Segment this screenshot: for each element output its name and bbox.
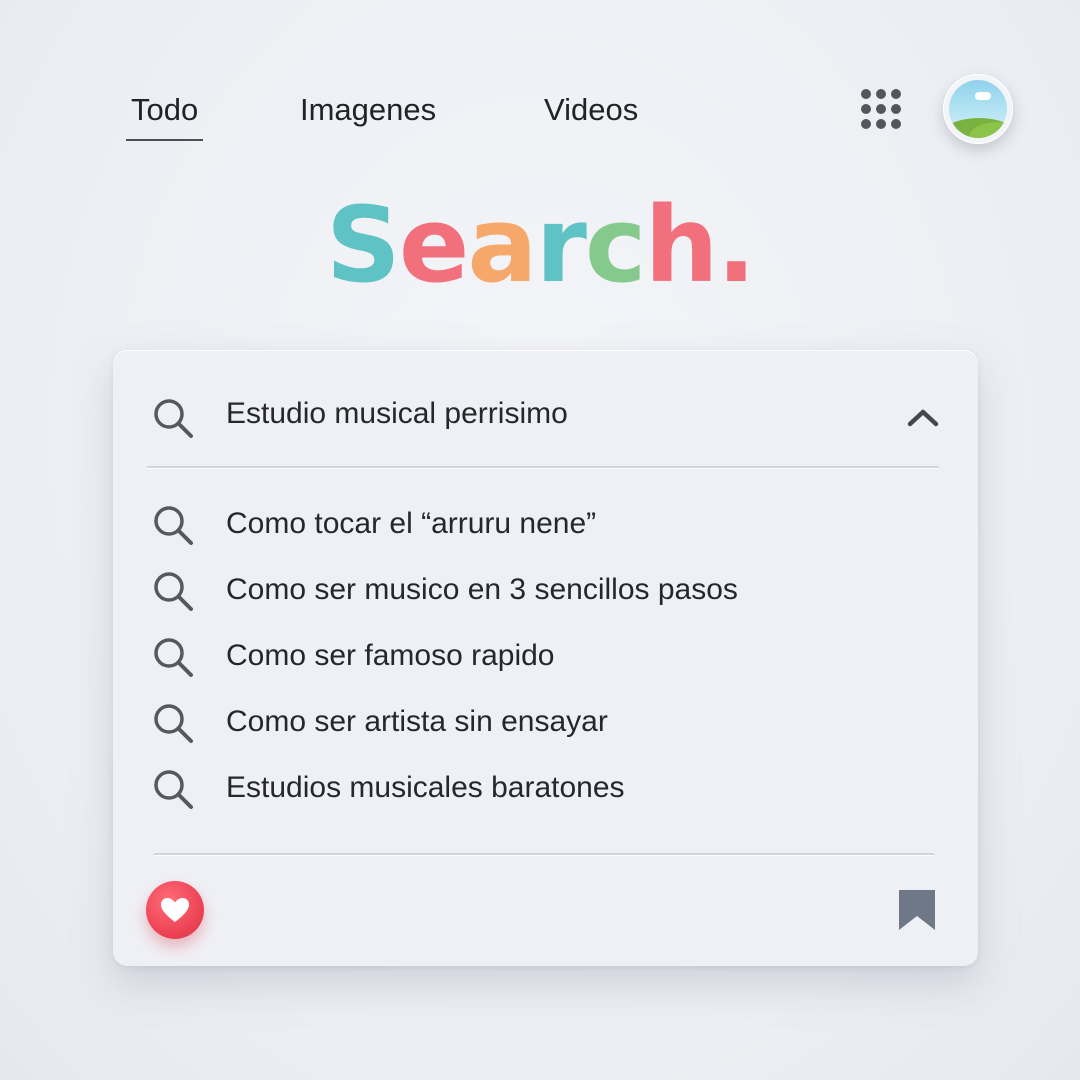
logo-letter: c — [584, 184, 647, 306]
suggestion-label: Como ser famoso rapido — [226, 639, 555, 672]
search-input[interactable] — [226, 394, 846, 434]
tab-videos[interactable]: Videos — [544, 88, 638, 132]
search-icon — [154, 506, 193, 545]
suggestion-label: Como ser artista sin ensayar — [226, 705, 608, 738]
search-card: Como tocar el “arruru nene” Como ser mus… — [113, 350, 978, 966]
bookmark-icon[interactable] — [897, 888, 937, 932]
top-nav: Todo Imagenes Videos — [0, 88, 1080, 148]
logo-letter: . — [716, 184, 756, 306]
apps-grid-icon[interactable] — [860, 88, 902, 130]
tab-todo[interactable]: Todo — [125, 88, 204, 141]
suggestion-label: Estudios musicales baratones — [226, 771, 625, 804]
suggestion-item[interactable]: Estudios musicales baratones — [113, 757, 978, 823]
search-icon — [154, 704, 193, 743]
search-icon — [154, 399, 193, 438]
landscape-avatar-icon — [949, 80, 1007, 138]
suggestion-item[interactable]: Como ser famoso rapido — [113, 625, 978, 691]
heart-icon — [161, 898, 189, 922]
logo-letter: e — [398, 184, 470, 306]
divider — [147, 466, 939, 468]
logo-letter: h — [644, 184, 719, 306]
suggestion-list: Como tocar el “arruru nene” Como ser mus… — [113, 493, 978, 823]
logo-letter: S — [325, 184, 401, 306]
suggestion-item[interactable]: Como tocar el “arruru nene” — [113, 493, 978, 559]
suggestion-item[interactable]: Como ser musico en 3 sencillos pasos — [113, 559, 978, 625]
chevron-up-icon[interactable] — [905, 402, 941, 432]
search-icon — [154, 638, 193, 677]
suggestion-item[interactable]: Como ser artista sin ensayar — [113, 691, 978, 757]
search-logo: Search. — [0, 190, 1080, 300]
search-icon — [154, 770, 193, 809]
logo-letter: r — [535, 184, 587, 306]
search-bar — [113, 350, 978, 468]
suggestion-label: Como ser musico en 3 sencillos pasos — [226, 573, 738, 606]
tab-imagenes[interactable]: Imagenes — [300, 88, 436, 132]
search-icon — [154, 572, 193, 611]
logo-letter: a — [467, 184, 537, 306]
divider — [154, 853, 934, 855]
like-button[interactable] — [146, 881, 204, 939]
suggestion-label: Como tocar el “arruru nene” — [226, 507, 597, 540]
avatar[interactable] — [943, 74, 1013, 144]
